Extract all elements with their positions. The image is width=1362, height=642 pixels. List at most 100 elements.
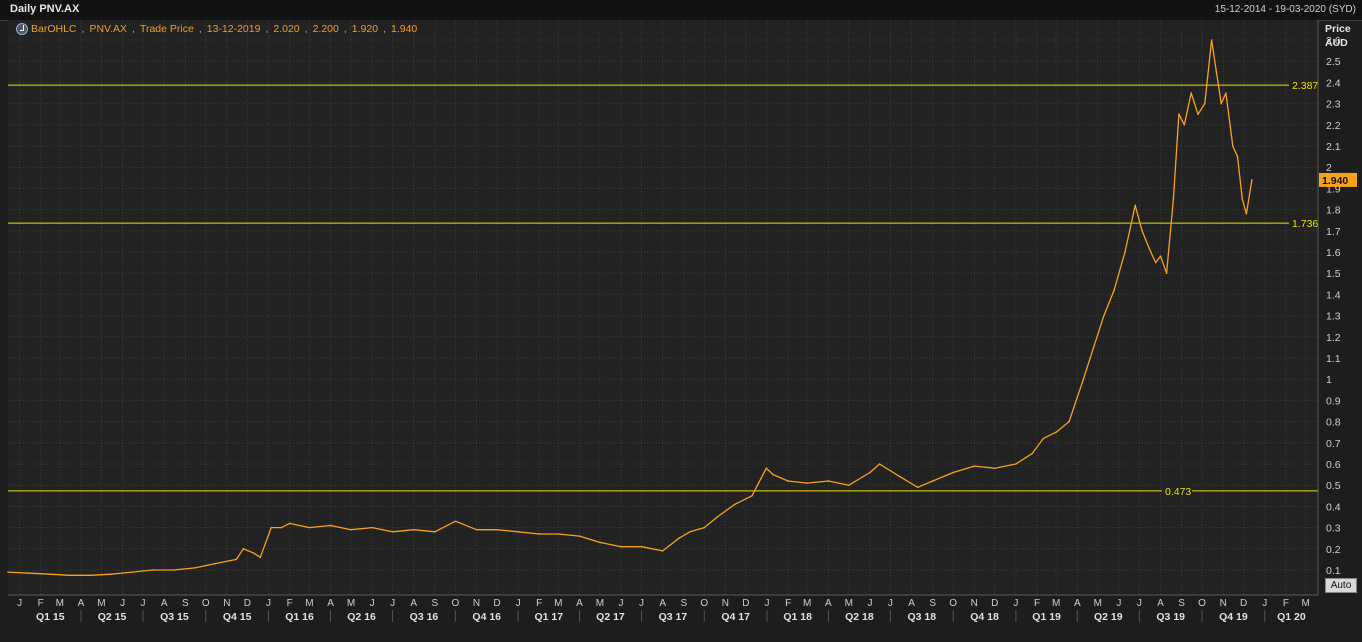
x-month-tick: A xyxy=(576,598,583,609)
x-quarter-tick: Q2 16 xyxy=(347,611,376,623)
legend-low: 1.920 xyxy=(351,23,379,35)
x-month-tick: J xyxy=(390,598,395,609)
x-quarter-tick: Q4 16 xyxy=(472,611,501,623)
price-data-point xyxy=(899,475,901,478)
price-data-point xyxy=(599,541,601,544)
x-month-tick: D xyxy=(1240,598,1247,609)
price-data-point xyxy=(1251,179,1253,181)
price-data-point xyxy=(1220,102,1222,105)
y-tick-label: 2.5 xyxy=(1326,56,1341,68)
price-data-point xyxy=(716,516,719,518)
price-data-point xyxy=(1183,124,1186,126)
y-axis-title: Price AUD xyxy=(1325,22,1351,50)
x-month-tick: S xyxy=(1178,598,1185,609)
price-data-point xyxy=(1165,272,1168,274)
x-month-tick: F xyxy=(785,598,791,609)
y-tick-label: 0.4 xyxy=(1326,501,1341,513)
price-data-point xyxy=(678,537,680,539)
price-data-point xyxy=(110,573,112,576)
plot-area xyxy=(8,20,1318,595)
legend-close: 1.940 xyxy=(390,23,418,35)
price-data-point xyxy=(1236,155,1239,158)
price-data-point xyxy=(1225,92,1227,94)
price-data-point xyxy=(434,531,436,533)
y-tick-label: 2.2 xyxy=(1326,120,1341,132)
price-data-point xyxy=(49,573,52,576)
x-month-tick: D xyxy=(244,598,251,609)
x-month-tick: J xyxy=(1262,598,1267,609)
x-month-tick: F xyxy=(38,598,44,609)
price-data-point xyxy=(1172,198,1175,200)
price-data-point xyxy=(1042,437,1044,440)
legend-date: 13-12-2019 xyxy=(206,23,261,35)
price-data-point xyxy=(1031,452,1034,455)
price-data-point xyxy=(1082,378,1085,381)
price-data-point xyxy=(1068,420,1070,423)
price-data-point xyxy=(848,484,850,487)
x-month-tick: M xyxy=(1094,598,1102,609)
price-data-point xyxy=(931,480,934,482)
x-month-tick: M xyxy=(554,598,562,609)
x-quarter-tick: Q3 16 xyxy=(410,611,439,623)
price-data-point xyxy=(1148,246,1150,249)
x-month-tick: M xyxy=(1052,598,1060,609)
price-data-point xyxy=(734,503,736,506)
x-month-tick: J xyxy=(867,598,872,609)
x-quarter-tick: Q4 18 xyxy=(970,611,999,623)
price-data-point xyxy=(412,528,415,531)
x-quarter-tick: Q3 17 xyxy=(659,611,688,623)
price-data-point xyxy=(878,463,881,465)
price-data-point xyxy=(7,571,9,573)
price-data-point xyxy=(214,562,217,565)
y-tick-label: 0.2 xyxy=(1326,544,1341,556)
x-month-tick: M xyxy=(347,598,355,609)
x-month-tick: J xyxy=(141,598,146,609)
x-month-tick: J xyxy=(764,598,769,609)
y-tick-label: 0.5 xyxy=(1326,480,1341,492)
price-data-point xyxy=(1197,113,1199,115)
x-month-tick: A xyxy=(1157,598,1164,609)
x-quarter-tick: Q3 18 xyxy=(907,611,936,623)
price-data-point xyxy=(371,526,373,529)
x-month-tick: A xyxy=(908,598,915,609)
last-price-label: 1.940 xyxy=(1322,175,1348,187)
y-tick-label: 1.7 xyxy=(1326,226,1341,238)
price-data-point xyxy=(1015,463,1017,465)
price-data-point xyxy=(993,467,996,470)
price-data-point xyxy=(689,531,691,533)
price-data-point xyxy=(454,520,457,523)
price-data-point xyxy=(787,480,789,482)
price-data-point xyxy=(640,545,643,548)
x-month-tick: M xyxy=(596,598,604,609)
x-month-tick: S xyxy=(929,598,936,609)
price-data-point xyxy=(1203,102,1206,105)
legend-ric: PNV.AX xyxy=(89,23,127,35)
x-month-tick: M xyxy=(1302,598,1310,609)
x-month-tick: J xyxy=(120,598,125,609)
x-month-tick: M xyxy=(56,598,64,609)
x-quarter-tick: Q1 16 xyxy=(285,611,314,623)
price-data-point xyxy=(280,526,283,529)
x-month-tick: J xyxy=(516,598,521,609)
auto-scale-button[interactable]: Auto xyxy=(1325,578,1357,593)
price-data-point xyxy=(1210,39,1213,41)
series-legend[interactable]: BarOHLC, PNV.AX, Trade Price, 13-12-2019… xyxy=(16,23,417,35)
x-month-tick: N xyxy=(722,598,729,609)
price-data-point xyxy=(620,545,622,548)
x-month-tick: O xyxy=(700,598,708,609)
x-month-tick: D xyxy=(493,598,500,609)
chart-titlebar: Daily PNV.AX 15-12-2014 - 19-03-2020 (SY… xyxy=(0,0,1362,21)
series-check-icon[interactable] xyxy=(16,23,28,35)
x-quarter-tick: Q1 15 xyxy=(36,611,65,623)
price-data-point xyxy=(329,524,332,527)
x-quarter-tick: Q4 15 xyxy=(223,611,252,623)
y-axis-title-price: Price xyxy=(1325,23,1351,35)
x-month-tick: A xyxy=(825,598,832,609)
x-month-tick: A xyxy=(327,598,334,609)
level-label: 0.473 xyxy=(1165,486,1191,498)
price-data-point xyxy=(578,535,581,537)
price-chart[interactable]: J F M A M J J A S O N D J F M A M J J A S O N D J F M A M J J A S O N D J F M A… xyxy=(0,20,1362,642)
x-month-tick: A xyxy=(161,598,168,609)
price-data-point xyxy=(1190,92,1192,94)
date-range: 15-12-2014 - 19-03-2020 (SYD) xyxy=(1214,4,1356,15)
